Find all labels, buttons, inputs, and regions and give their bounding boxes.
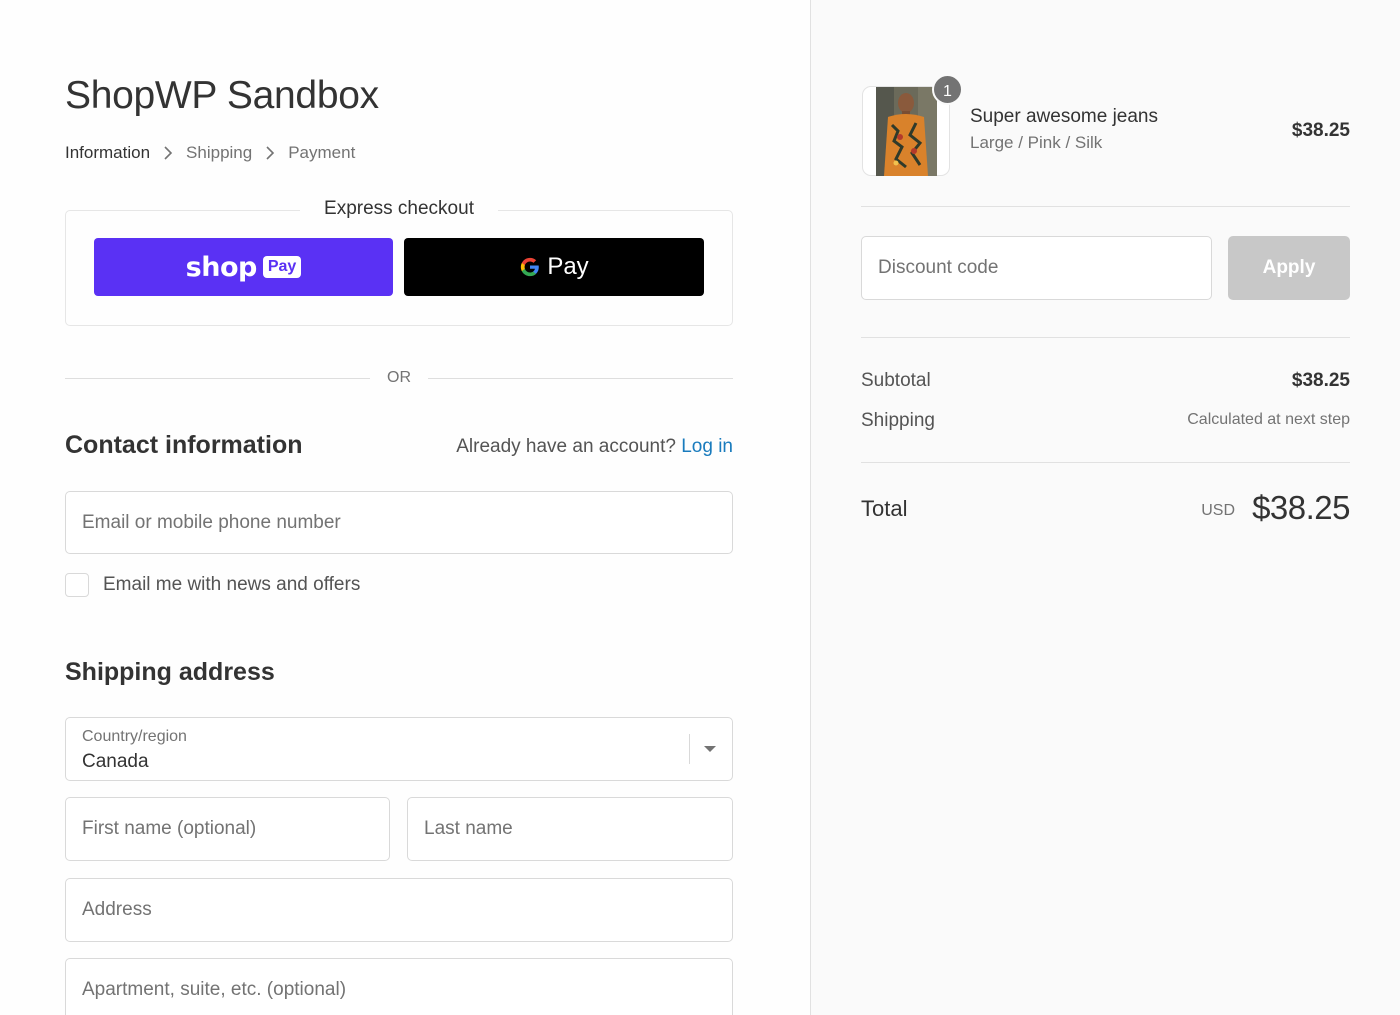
product-name: Super awesome jeans	[970, 106, 1158, 127]
email-field[interactable]	[66, 492, 732, 553]
shop-pay-button[interactable]: shop Pay	[94, 238, 393, 296]
quantity-badge: 1	[932, 74, 963, 105]
or-divider-right	[428, 378, 733, 379]
summary-divider	[861, 337, 1350, 338]
discount-code-field[interactable]	[862, 237, 1211, 299]
or-divider-text: OR	[387, 369, 411, 386]
account-prompt: Already have an account? Log in	[456, 436, 733, 458]
country-label: Country/region	[82, 728, 187, 745]
total-value: $38.25	[1252, 489, 1350, 526]
google-g-icon	[521, 257, 540, 277]
shipping-cost-value: Calculated at next step	[1187, 411, 1350, 428]
address-field[interactable]	[66, 879, 732, 941]
breadcrumb: Information Shipping Payment	[65, 143, 355, 163]
discount-wrapper	[861, 236, 1212, 300]
total-currency: USD	[1201, 502, 1235, 519]
breadcrumb-information[interactable]: Information	[65, 143, 150, 163]
apartment-field[interactable]	[66, 959, 732, 1015]
shop-pay-logo-badge: Pay	[262, 256, 302, 278]
newsletter-checkbox[interactable]	[65, 573, 89, 597]
contact-information-heading: Contact information	[65, 431, 303, 459]
address-wrapper	[65, 878, 733, 942]
shop-pay-logo-word: shop	[185, 251, 258, 283]
or-divider-left	[65, 378, 370, 379]
breadcrumb-shipping[interactable]: Shipping	[186, 143, 252, 163]
login-link[interactable]: Log in	[681, 436, 733, 457]
last-name-field[interactable]	[408, 798, 732, 860]
shipping-cost-label: Shipping	[861, 410, 935, 431]
apartment-wrapper	[65, 958, 733, 1015]
google-pay-button[interactable]: Pay	[404, 238, 704, 296]
product-image	[876, 87, 937, 176]
newsletter-row: Email me with news and offers	[65, 573, 360, 597]
subtotal-value: $38.25	[1291, 370, 1350, 391]
store-title[interactable]: ShopWP Sandbox	[65, 74, 379, 118]
breadcrumb-payment[interactable]: Payment	[288, 143, 355, 163]
subtotal-label: Subtotal	[861, 370, 931, 391]
summary-divider	[861, 206, 1350, 207]
summary-divider	[861, 462, 1350, 463]
country-value: Canada	[82, 751, 149, 772]
shipping-address-heading: Shipping address	[65, 658, 275, 686]
chevron-right-icon	[150, 145, 186, 161]
first-name-field[interactable]	[66, 798, 389, 860]
newsletter-label[interactable]: Email me with news and offers	[103, 574, 360, 596]
last-name-wrapper	[407, 797, 733, 861]
google-pay-word: Pay	[547, 253, 589, 280]
email-field-wrapper	[65, 491, 733, 554]
total-label: Total	[861, 496, 908, 521]
country-select[interactable]: Country/region Canada	[65, 717, 733, 781]
chevron-right-icon	[252, 145, 288, 161]
account-prompt-text: Already have an account?	[456, 436, 676, 457]
apply-discount-button[interactable]: Apply	[1228, 236, 1350, 300]
express-checkout-title: Express checkout	[300, 196, 498, 222]
product-variant: Large / Pink / Silk	[970, 133, 1103, 152]
select-divider	[689, 734, 690, 764]
first-name-wrapper	[65, 797, 390, 861]
chevron-down-icon	[704, 746, 716, 752]
product-price: $38.25	[1291, 120, 1350, 141]
